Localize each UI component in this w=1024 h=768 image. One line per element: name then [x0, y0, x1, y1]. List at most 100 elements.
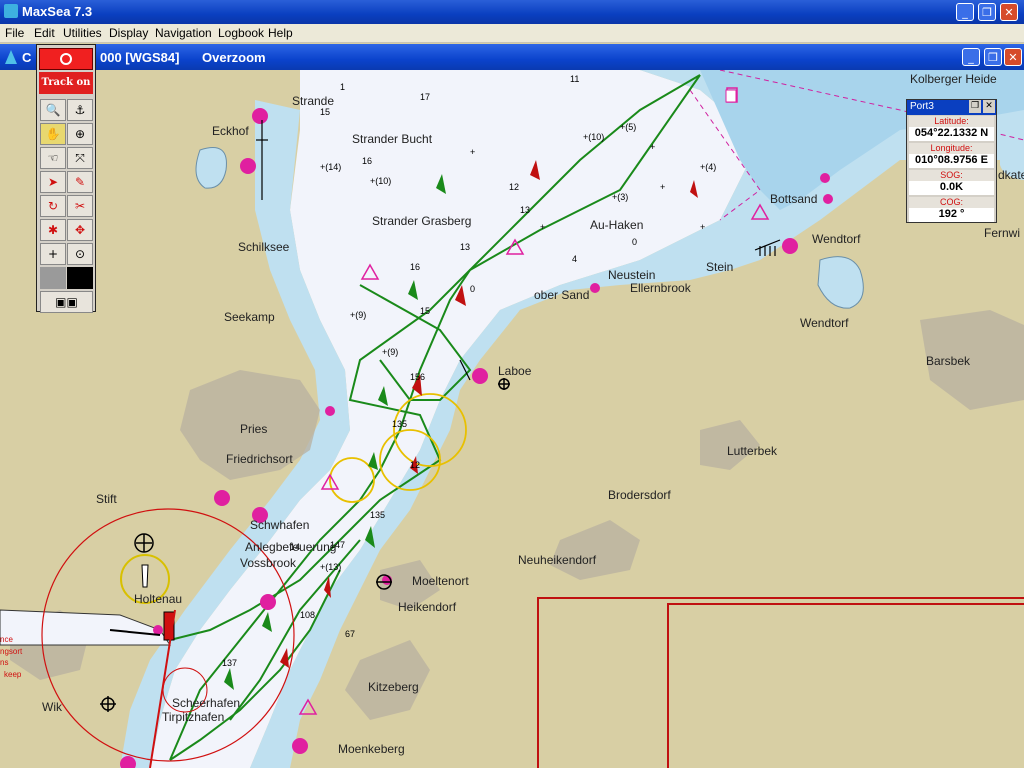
place-brodersdorf: Brodersdorf [608, 488, 671, 502]
sog-value: 0.0K [909, 181, 994, 195]
minimize-app-button[interactable]: _ [956, 3, 974, 21]
place-kolberger-heide: Kolberger Heide [910, 72, 997, 86]
place-schwhafen: Schwhafen [250, 518, 310, 532]
maximize-chart-button[interactable]: ❐ [984, 48, 1002, 66]
place-laboe: Laboe [498, 364, 532, 378]
minimize-chart-button[interactable]: _ [962, 48, 980, 66]
latitude-label: Latitude: [909, 116, 994, 127]
place-au-haken: Au-Haken [590, 218, 644, 232]
place-holtenau: Holtenau [134, 592, 183, 606]
svg-text:16: 16 [410, 262, 420, 272]
place-lutterbek: Lutterbek [727, 444, 778, 458]
place-barsbek: Barsbek [926, 354, 971, 368]
svg-text:15: 15 [420, 306, 430, 316]
track-on-button[interactable]: Track on [39, 72, 93, 94]
svg-text:+(14): +(14) [320, 162, 341, 172]
menu-utilities[interactable]: Utilities [63, 26, 102, 40]
menu-display[interactable]: Display [109, 26, 148, 40]
app-title-bar: MaxSea 7.3 _ ❐ ✕ [0, 0, 1024, 24]
svg-text:16: 16 [362, 156, 372, 166]
svg-text:+(10): +(10) [370, 176, 391, 186]
svg-text:15: 15 [320, 107, 330, 117]
svg-text:4: 4 [572, 254, 577, 264]
place-schilksee: Schilksee [238, 240, 290, 254]
chart-title-mode: Overzoom [202, 50, 266, 65]
cog-label: COG: [909, 197, 994, 208]
place-strander-grasberg: Strander Grasberg [372, 214, 472, 228]
svg-text:12: 12 [410, 460, 420, 470]
record-button[interactable] [39, 48, 93, 70]
mark-tool-icon[interactable]: ⊙ [67, 243, 93, 265]
grab-hand-tool-icon[interactable]: ☜ [40, 147, 66, 169]
rotate-tool-icon[interactable]: ↻ [40, 195, 66, 217]
svg-text:+: + [700, 222, 705, 232]
info-panel-title: Port3 [910, 101, 934, 112]
measure-tool-icon[interactable]: ⤧ [67, 147, 93, 169]
place-scheerhafen: Scheerhafen [172, 696, 241, 710]
svg-text:+: + [540, 222, 545, 232]
route-tool-icon[interactable]: ✱ [40, 219, 66, 241]
compass-tool-icon[interactable]: ⚓ [67, 99, 93, 121]
menu-bar: File Edit Utilities Display Navigation L… [0, 24, 1024, 43]
place-fernwi: Fernwi [984, 226, 1021, 240]
close-app-button[interactable]: ✕ [1000, 3, 1018, 21]
move-tool-icon[interactable]: ✥ [67, 219, 93, 241]
place-friedrichsort: Friedrichsort [226, 452, 293, 466]
layers-tool-icon[interactable]: ▣▣ [40, 291, 93, 313]
chart-title-scale: 000 [WGS84] [100, 50, 180, 65]
svg-text:+: + [660, 182, 665, 192]
svg-text:67: 67 [345, 629, 355, 639]
place-wendtorf: Wendtorf [812, 232, 861, 246]
pointer-tool-icon[interactable]: ➤ [40, 171, 66, 193]
svg-text:12: 12 [509, 182, 519, 192]
pencil-tool-icon[interactable]: ✎ [67, 171, 93, 193]
menu-logbook[interactable]: Logbook [218, 26, 264, 40]
menu-edit[interactable]: Edit [34, 26, 55, 40]
svg-text:keep: keep [4, 670, 22, 679]
svg-text:ns: ns [0, 658, 8, 667]
menu-navigation[interactable]: Navigation [155, 26, 212, 40]
info-panel-header[interactable]: Port3 ❐ ✕ [907, 100, 996, 115]
place-ellernbrook: Ellernbrook [630, 281, 691, 295]
svg-text:+(3): +(3) [612, 192, 628, 202]
color-swatch-black[interactable] [67, 267, 93, 289]
place-bottsand: Bottsand [770, 192, 818, 206]
place-wik: Wik [42, 700, 62, 714]
maxsea-app-icon [4, 4, 18, 18]
svg-text:1: 1 [340, 82, 345, 92]
latitude-value: 054°22.1332 N [909, 127, 994, 141]
color-swatch-gray[interactable] [40, 267, 66, 289]
place-pries: Pries [240, 422, 268, 436]
info-maximize-icon[interactable]: ❐ [969, 100, 981, 113]
cog-value: 192 ° [909, 208, 994, 222]
place-eckhof: Eckhof [212, 124, 249, 138]
place-wendtorf-2: Wendtorf [800, 316, 849, 330]
place-tirpitzhafen: Tirpitzhafen [162, 710, 225, 724]
zoom-tool-icon[interactable]: 🔍 [40, 99, 66, 121]
close-chart-button[interactable]: ✕ [1004, 48, 1022, 66]
longitude-value: 010°08.9756 E [909, 154, 994, 168]
scissors-tool-icon[interactable]: ✂ [67, 195, 93, 217]
svg-text:13: 13 [460, 242, 470, 252]
center-target-tool-icon[interactable]: ⊕ [67, 123, 93, 145]
info-close-icon[interactable]: ✕ [983, 100, 995, 113]
place-strande: Strande [292, 94, 335, 108]
nautical-chart[interactable]: 1 15 17 +11 +(10) +(5) +(14) 16 +(10) 12 13 +13… [0, 70, 1024, 768]
svg-text:137: 137 [222, 658, 237, 668]
svg-text:156: 156 [410, 372, 425, 382]
place-moenkeberg: Moenkeberg [338, 742, 405, 756]
place-vossbrook: Vossbrook [240, 556, 297, 570]
svg-text:0: 0 [470, 284, 475, 294]
menu-file[interactable]: File [5, 26, 24, 40]
app-title: MaxSea 7.3 [22, 4, 93, 19]
svg-text:ngsort: ngsort [0, 647, 23, 656]
position-info-panel: Port3 ❐ ✕ Latitude: 054°22.1332 N Longit… [906, 99, 997, 223]
record-icon [60, 53, 72, 65]
svg-text:+: + [470, 147, 475, 157]
pan-hand-tool-icon[interactable]: ✋ [40, 123, 66, 145]
svg-text:11: 11 [570, 74, 579, 84]
menu-help[interactable]: Help [268, 26, 293, 40]
maximize-app-button[interactable]: ❐ [978, 3, 996, 21]
place-stift: Stift [96, 492, 117, 506]
crosshair-tool-icon[interactable]: + [40, 243, 66, 265]
